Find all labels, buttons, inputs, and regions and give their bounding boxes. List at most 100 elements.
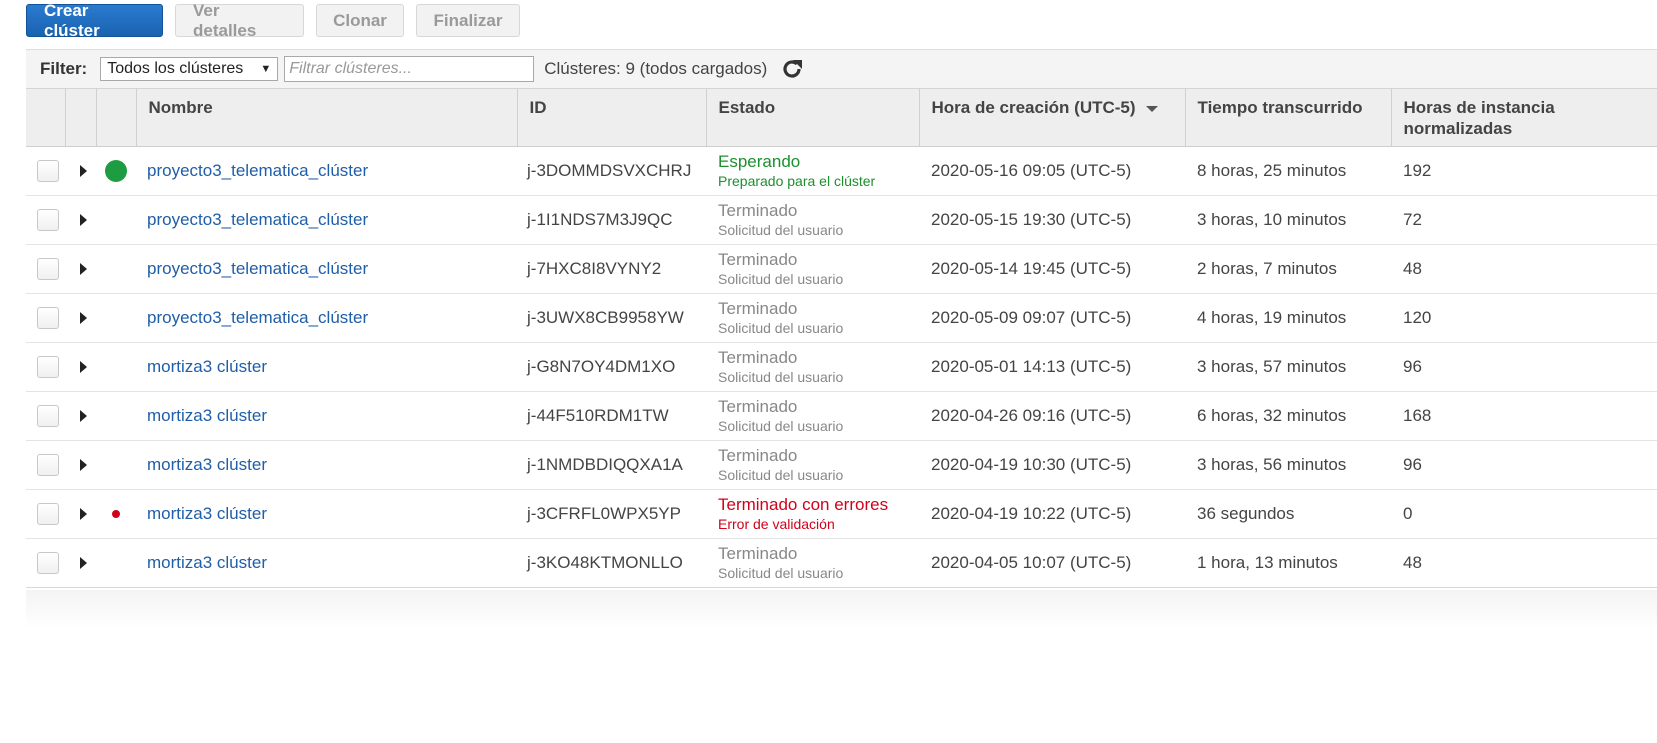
cluster-name-link[interactable]: proyecto3_telematica_clúster <box>147 210 368 229</box>
cluster-status: Terminado con errores <box>718 494 889 514</box>
create-cluster-button[interactable]: Crear clúster <box>26 1 163 40</box>
cluster-name-link[interactable]: proyecto3_telematica_clúster <box>147 259 368 278</box>
cluster-hours: 96 <box>1391 342 1657 392</box>
row-expand-cell <box>65 293 96 343</box>
column-header-status[interactable]: Estado <box>706 89 920 147</box>
table-row[interactable]: mortiza3 clúster j-44F510RDM1TW Terminado S… <box>26 391 1657 441</box>
column-header-hours[interactable]: Horas de instancia normalizadas <box>1391 89 1657 147</box>
cluster-hours: 96 <box>1391 440 1657 490</box>
cluster-name-link[interactable]: mortiza3 clúster <box>147 406 267 425</box>
table-row[interactable]: mortiza3 clúster j-3CFRFL0WPX5YP Terminado… <box>26 489 1657 539</box>
expand-arrow-icon[interactable] <box>80 458 87 471</box>
row-expand-cell <box>65 195 96 245</box>
cluster-status: Terminado <box>718 249 798 269</box>
cluster-name-link[interactable]: mortiza3 clúster <box>147 357 267 376</box>
column-header-id[interactable]: ID <box>517 89 707 147</box>
row-checkbox[interactable] <box>37 306 59 329</box>
table-row[interactable]: mortiza3 clúster j-3KO48KTMONLLO Terminado… <box>26 538 1657 588</box>
table-row[interactable]: proyecto3_telematica_clúster j-7HXC8I8VYN… <box>26 244 1657 294</box>
view-details-button[interactable]: Ver detalles <box>175 1 304 40</box>
column-status-label: Estado <box>718 98 776 117</box>
cluster-elapsed: 2 horas, 7 minutos <box>1185 244 1391 294</box>
cluster-hours: 72 <box>1391 195 1657 245</box>
column-header-elapsed[interactable]: Tiempo transcurrido <box>1185 89 1392 147</box>
row-checkbox[interactable] <box>37 453 59 476</box>
filter-label: Filter: <box>40 59 88 78</box>
cluster-elapsed: 4 horas, 19 minutos <box>1185 293 1391 343</box>
error-status-icon <box>112 510 120 519</box>
cluster-created: 2020-04-05 10:07 (UTC-5) <box>919 538 1185 588</box>
cluster-status-cell: Terminado Solicitud del usuario <box>706 293 919 343</box>
expand-arrow-icon[interactable] <box>80 164 87 177</box>
cluster-hours: 120 <box>1391 293 1657 343</box>
cluster-name-cell: mortiza3 clúster <box>136 538 517 588</box>
expand-arrow-icon[interactable] <box>80 507 87 520</box>
header-indicator-cell <box>96 89 137 147</box>
cluster-created: 2020-04-26 09:16 (UTC-5) <box>919 391 1185 441</box>
row-select-cell <box>26 391 65 441</box>
row-checkbox[interactable] <box>37 551 59 574</box>
table-bottom-shadow <box>26 590 1657 630</box>
cluster-elapsed: 8 horas, 25 minutos <box>1185 146 1391 196</box>
cluster-id: j-1I1NDS7M3J9QC <box>517 195 706 245</box>
expand-arrow-icon[interactable] <box>80 409 87 422</box>
row-indicator-cell <box>96 146 136 196</box>
cluster-substatus: Solicitud del usuario <box>718 466 844 483</box>
expand-arrow-icon[interactable] <box>80 311 87 324</box>
terminate-button[interactable]: Finalizar <box>416 4 520 37</box>
expand-arrow-icon[interactable] <box>80 262 87 275</box>
row-checkbox[interactable] <box>37 502 59 525</box>
expand-arrow-icon[interactable] <box>80 360 87 373</box>
clone-button[interactable]: Clonar <box>316 4 404 37</box>
cluster-id: j-44F510RDM1TW <box>517 391 706 441</box>
row-indicator-cell <box>96 440 136 490</box>
row-checkbox[interactable] <box>37 159 59 182</box>
expand-arrow-icon[interactable] <box>80 213 87 226</box>
cluster-created: 2020-05-09 09:07 (UTC-5) <box>919 293 1185 343</box>
table-header-row: Nombre ID Estado Hora de creación (UTC-5… <box>26 89 1657 147</box>
cluster-substatus: Error de validación <box>718 515 835 532</box>
column-header-created[interactable]: Hora de creación (UTC-5) <box>919 89 1186 147</box>
row-select-cell <box>26 489 65 539</box>
table-row[interactable]: proyecto3_telematica_clúster j-3UWX8CB995… <box>26 293 1657 343</box>
table-row[interactable]: proyecto3_telematica_clúster j-3DOMMDSVXC… <box>26 146 1657 196</box>
cluster-filter-select[interactable]: Todos los clústeres ▼ <box>100 57 279 81</box>
cluster-substatus: Solicitud del usuario <box>718 564 844 581</box>
cluster-name-link[interactable]: mortiza3 clúster <box>147 455 267 474</box>
cluster-created: 2020-05-01 14:13 (UTC-5) <box>919 342 1185 392</box>
cluster-substatus: Solicitud del usuario <box>718 221 844 238</box>
table-row[interactable]: mortiza3 clúster j-1NMDBDIQQXA1A Terminado… <box>26 440 1657 490</box>
header-expand-cell <box>65 89 97 147</box>
running-status-icon <box>105 159 127 182</box>
cluster-name-link[interactable]: proyecto3_telematica_clúster <box>147 308 368 327</box>
row-checkbox[interactable] <box>37 208 59 231</box>
cluster-status-cell: Terminado Solicitud del usuario <box>706 244 919 294</box>
table-row[interactable]: mortiza3 clúster j-G8N7OY4DM1XO Terminado S… <box>26 342 1657 392</box>
row-checkbox[interactable] <box>37 404 59 427</box>
cluster-elapsed: 3 horas, 57 minutos <box>1185 342 1391 392</box>
cluster-created: 2020-05-15 19:30 (UTC-5) <box>919 195 1185 245</box>
cluster-status-cell: Terminado Solicitud del usuario <box>706 342 919 392</box>
table-row[interactable]: proyecto3_telematica_clúster j-1I1NDS7M3J… <box>26 195 1657 245</box>
cluster-hours: 48 <box>1391 538 1657 588</box>
column-id-label: ID <box>529 98 547 117</box>
row-indicator-cell <box>96 293 136 343</box>
cluster-substatus: Solicitud del usuario <box>718 270 844 287</box>
expand-arrow-icon[interactable] <box>80 556 87 569</box>
cluster-status-cell: Terminado Solicitud del usuario <box>706 440 919 490</box>
cluster-name-link[interactable]: proyecto3_telematica_clúster <box>147 161 368 180</box>
cluster-elapsed: 3 horas, 10 minutos <box>1185 195 1391 245</box>
cluster-name-link[interactable]: mortiza3 clúster <box>147 504 267 523</box>
row-indicator-cell <box>96 391 136 441</box>
cluster-hours: 48 <box>1391 244 1657 294</box>
cluster-name-link[interactable]: mortiza3 clúster <box>147 553 267 572</box>
row-checkbox[interactable] <box>37 257 59 280</box>
cluster-search-input[interactable] <box>284 56 535 82</box>
header-select-cell <box>26 89 66 147</box>
column-header-name[interactable]: Nombre <box>136 89 518 147</box>
row-checkbox[interactable] <box>37 355 59 378</box>
cluster-id: j-3CFRFL0WPX5YP <box>517 489 706 539</box>
refresh-icon[interactable] <box>779 56 805 82</box>
cluster-name-cell: proyecto3_telematica_clúster <box>136 146 517 196</box>
sort-descending-icon[interactable] <box>1145 105 1158 112</box>
